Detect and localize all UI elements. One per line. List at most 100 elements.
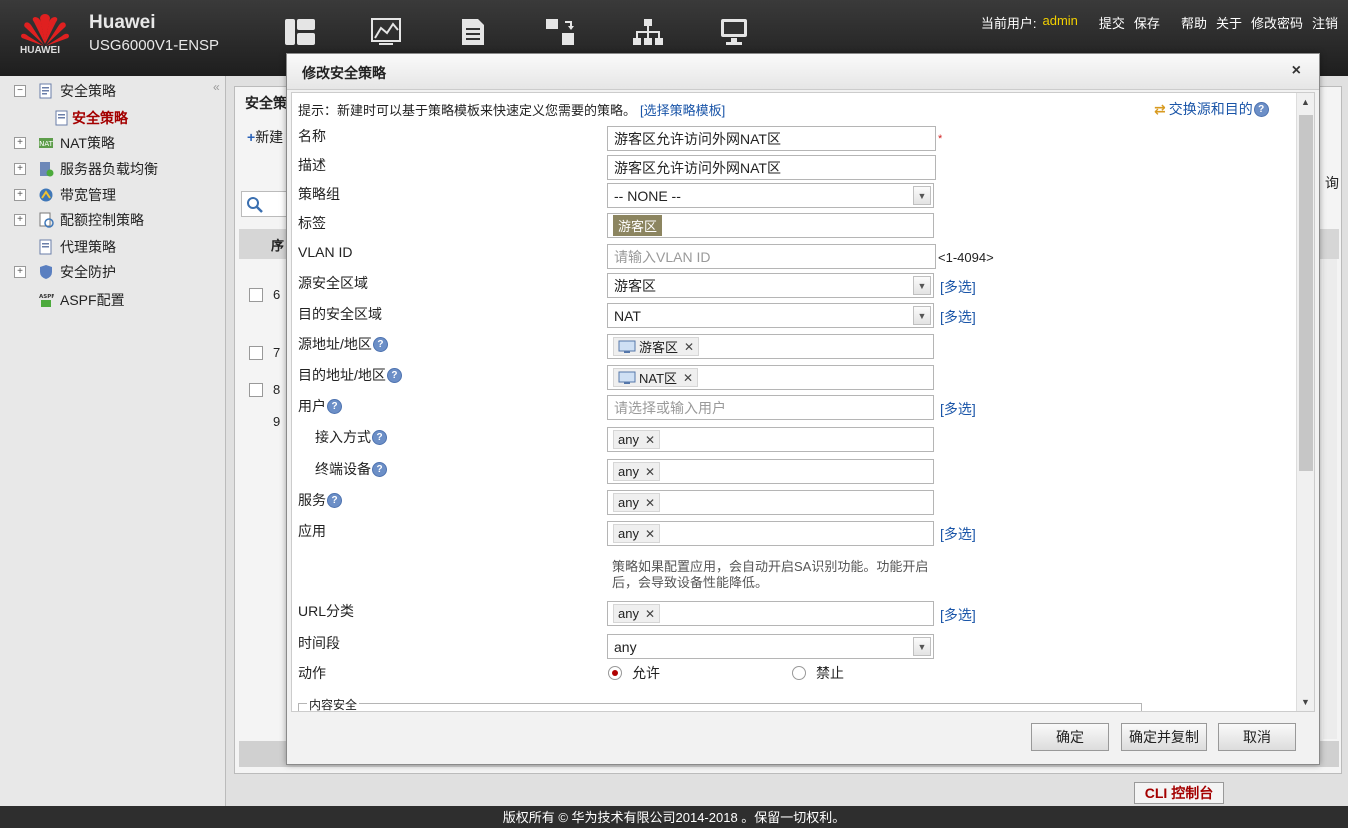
new-policy-button[interactable]: +新建 bbox=[247, 127, 283, 147]
nav-objects[interactable] bbox=[545, 18, 632, 50]
help-icon[interactable]: ? bbox=[372, 461, 387, 477]
nav-dashboard[interactable] bbox=[284, 18, 371, 50]
chevron-down-icon[interactable]: ▼ bbox=[913, 306, 931, 325]
expand-toggle-icon[interactable]: + bbox=[14, 163, 26, 175]
help-icon[interactable]: ? bbox=[327, 398, 342, 414]
help-icon[interactable]: ? bbox=[1253, 101, 1269, 117]
logout-link[interactable]: 注销 bbox=[1312, 13, 1338, 32]
time-range-select[interactable]: any ▼ bbox=[607, 634, 934, 659]
help-icon[interactable]: ? bbox=[372, 336, 388, 352]
collapse-sidebar-icon[interactable]: « bbox=[213, 80, 220, 94]
action-allow-radio[interactable]: 允许 bbox=[608, 663, 660, 683]
nav-network[interactable] bbox=[632, 18, 719, 50]
remove-icon[interactable]: ✕ bbox=[683, 371, 693, 385]
help-icon[interactable]: ? bbox=[372, 429, 387, 445]
cancel-button[interactable]: 取消 bbox=[1218, 723, 1296, 751]
any-chip[interactable]: any ✕ bbox=[613, 462, 661, 481]
application-multiselect-link[interactable]: [多选] bbox=[940, 524, 976, 544]
help-link[interactable]: 帮助 bbox=[1181, 13, 1207, 32]
chevron-down-icon[interactable]: ▼ bbox=[913, 186, 931, 205]
description-input[interactable]: 游客区允许访问外网NAT区 bbox=[607, 155, 936, 180]
service-input[interactable]: any ✕ bbox=[607, 490, 934, 515]
sidebar-item-aspf[interactable]: ASPF ASPF配置 bbox=[14, 289, 125, 311]
dest-address-input[interactable]: NAT区 ✕ bbox=[607, 365, 934, 390]
expand-toggle-icon[interactable]: + bbox=[14, 189, 26, 201]
chevron-down-icon[interactable]: ▼ bbox=[913, 276, 931, 295]
any-chip[interactable]: any ✕ bbox=[613, 493, 661, 512]
collapse-toggle-icon[interactable]: − bbox=[14, 85, 26, 97]
row-checkbox[interactable] bbox=[249, 345, 263, 360]
action-deny-radio[interactable]: 禁止 bbox=[792, 663, 844, 683]
source-address-label: 源地址/地区? bbox=[298, 334, 388, 354]
sidebar-item-security-policy[interactable]: − 安全策略 bbox=[14, 80, 116, 102]
remove-icon[interactable]: ✕ bbox=[645, 607, 655, 621]
dialog-scrollbar[interactable]: ▲ ▼ bbox=[1296, 93, 1314, 711]
nav-monitor[interactable] bbox=[371, 18, 458, 50]
swap-src-dst-link[interactable]: ⇄ 交换源和目的? bbox=[1154, 99, 1269, 119]
source-zone-select[interactable]: 游客区 ▼ bbox=[607, 273, 934, 298]
sidebar-item-label: ASPF配置 bbox=[60, 292, 125, 308]
remove-icon[interactable]: ✕ bbox=[645, 433, 655, 447]
row-checkbox[interactable] bbox=[249, 287, 263, 302]
scrollbar-thumb[interactable] bbox=[1299, 115, 1313, 471]
terminal-device-input[interactable]: any ✕ bbox=[607, 459, 934, 484]
any-chip[interactable]: any ✕ bbox=[613, 604, 661, 623]
user-input[interactable]: 请选择或输入用户 bbox=[607, 395, 934, 420]
row-checkbox[interactable] bbox=[249, 382, 263, 397]
expand-toggle-icon[interactable]: + bbox=[14, 214, 26, 226]
remove-icon[interactable]: ✕ bbox=[645, 465, 655, 479]
tag-chip[interactable]: 游客区 bbox=[613, 215, 663, 236]
sidebar-item-bandwidth[interactable]: + 带宽管理 bbox=[14, 184, 116, 206]
radio-selected[interactable] bbox=[608, 666, 622, 680]
policy-group-select[interactable]: -- NONE -- ▼ bbox=[607, 183, 934, 208]
nav-policy[interactable] bbox=[458, 18, 545, 50]
select-template-link[interactable]: [选择策略模板] bbox=[640, 103, 725, 118]
source-address-input[interactable]: 游客区 ✕ bbox=[607, 334, 934, 359]
sidebar-subitem-security-policy[interactable]: 安全策略 bbox=[54, 107, 128, 129]
nav-system[interactable] bbox=[719, 18, 806, 50]
monitor-chart-icon bbox=[371, 18, 401, 45]
name-input[interactable]: 游客区允许访问外网NAT区 bbox=[607, 126, 936, 151]
any-chip[interactable]: any ✕ bbox=[613, 430, 661, 449]
submit-link[interactable]: 提交 bbox=[1099, 13, 1125, 32]
about-link[interactable]: 关于 bbox=[1216, 13, 1242, 32]
application-input[interactable]: any ✕ bbox=[607, 521, 934, 546]
ok-and-copy-button[interactable]: 确定并复制 bbox=[1121, 723, 1207, 751]
service-label-text: 服务 bbox=[298, 492, 326, 508]
dest-zone-select[interactable]: NAT ▼ bbox=[607, 303, 934, 328]
access-method-input[interactable]: any ✕ bbox=[607, 427, 934, 452]
url-multiselect-link[interactable]: [多选] bbox=[940, 605, 976, 625]
source-zone-multiselect-link[interactable]: [多选] bbox=[940, 277, 976, 297]
sidebar-item-server-lb[interactable]: + 服务器负载均衡 bbox=[14, 158, 158, 180]
help-icon[interactable]: ? bbox=[327, 492, 342, 508]
vlan-input[interactable]: 请输入VLAN ID bbox=[607, 244, 936, 269]
sidebar-item-security-protection[interactable]: + 安全防护 bbox=[14, 261, 116, 283]
help-icon[interactable]: ? bbox=[386, 367, 402, 383]
remove-icon[interactable]: ✕ bbox=[645, 496, 655, 510]
remove-icon[interactable]: ✕ bbox=[684, 340, 694, 354]
address-chip[interactable]: 游客区 ✕ bbox=[613, 337, 700, 356]
sidebar-item-proxy[interactable]: 代理策略 bbox=[14, 236, 116, 258]
sidebar-item-quota[interactable]: + 配额控制策略 bbox=[14, 209, 144, 231]
cli-console-button[interactable]: CLI 控制台 bbox=[1134, 782, 1224, 804]
sidebar-item-nat-policy[interactable]: + NAT NAT策略 bbox=[14, 132, 115, 154]
dest-zone-multiselect-link[interactable]: [多选] bbox=[940, 307, 976, 327]
radio-unselected[interactable] bbox=[792, 666, 806, 680]
address-chip[interactable]: NAT区 ✕ bbox=[613, 368, 699, 387]
close-icon[interactable]: × bbox=[1292, 62, 1301, 80]
save-link[interactable]: 保存 bbox=[1134, 13, 1160, 32]
expand-toggle-icon[interactable]: + bbox=[14, 266, 26, 278]
any-chip[interactable]: any ✕ bbox=[613, 524, 661, 543]
scroll-down-icon[interactable]: ▼ bbox=[1301, 697, 1310, 707]
tag-input[interactable]: 游客区 bbox=[607, 213, 934, 238]
change-password-link[interactable]: 修改密码 bbox=[1251, 13, 1303, 32]
scroll-up-icon[interactable]: ▲ bbox=[1301, 97, 1310, 107]
url-category-input[interactable]: any ✕ bbox=[607, 601, 934, 626]
expand-toggle-icon[interactable]: + bbox=[14, 137, 26, 149]
remove-icon[interactable]: ✕ bbox=[645, 527, 655, 541]
bg-scrollbar[interactable] bbox=[1323, 259, 1337, 739]
chevron-down-icon[interactable]: ▼ bbox=[913, 637, 931, 656]
ok-button[interactable]: 确定 bbox=[1031, 723, 1109, 751]
user-multiselect-link[interactable]: [多选] bbox=[940, 399, 976, 419]
sidebar-subitem-label: 安全策略 bbox=[72, 110, 128, 126]
